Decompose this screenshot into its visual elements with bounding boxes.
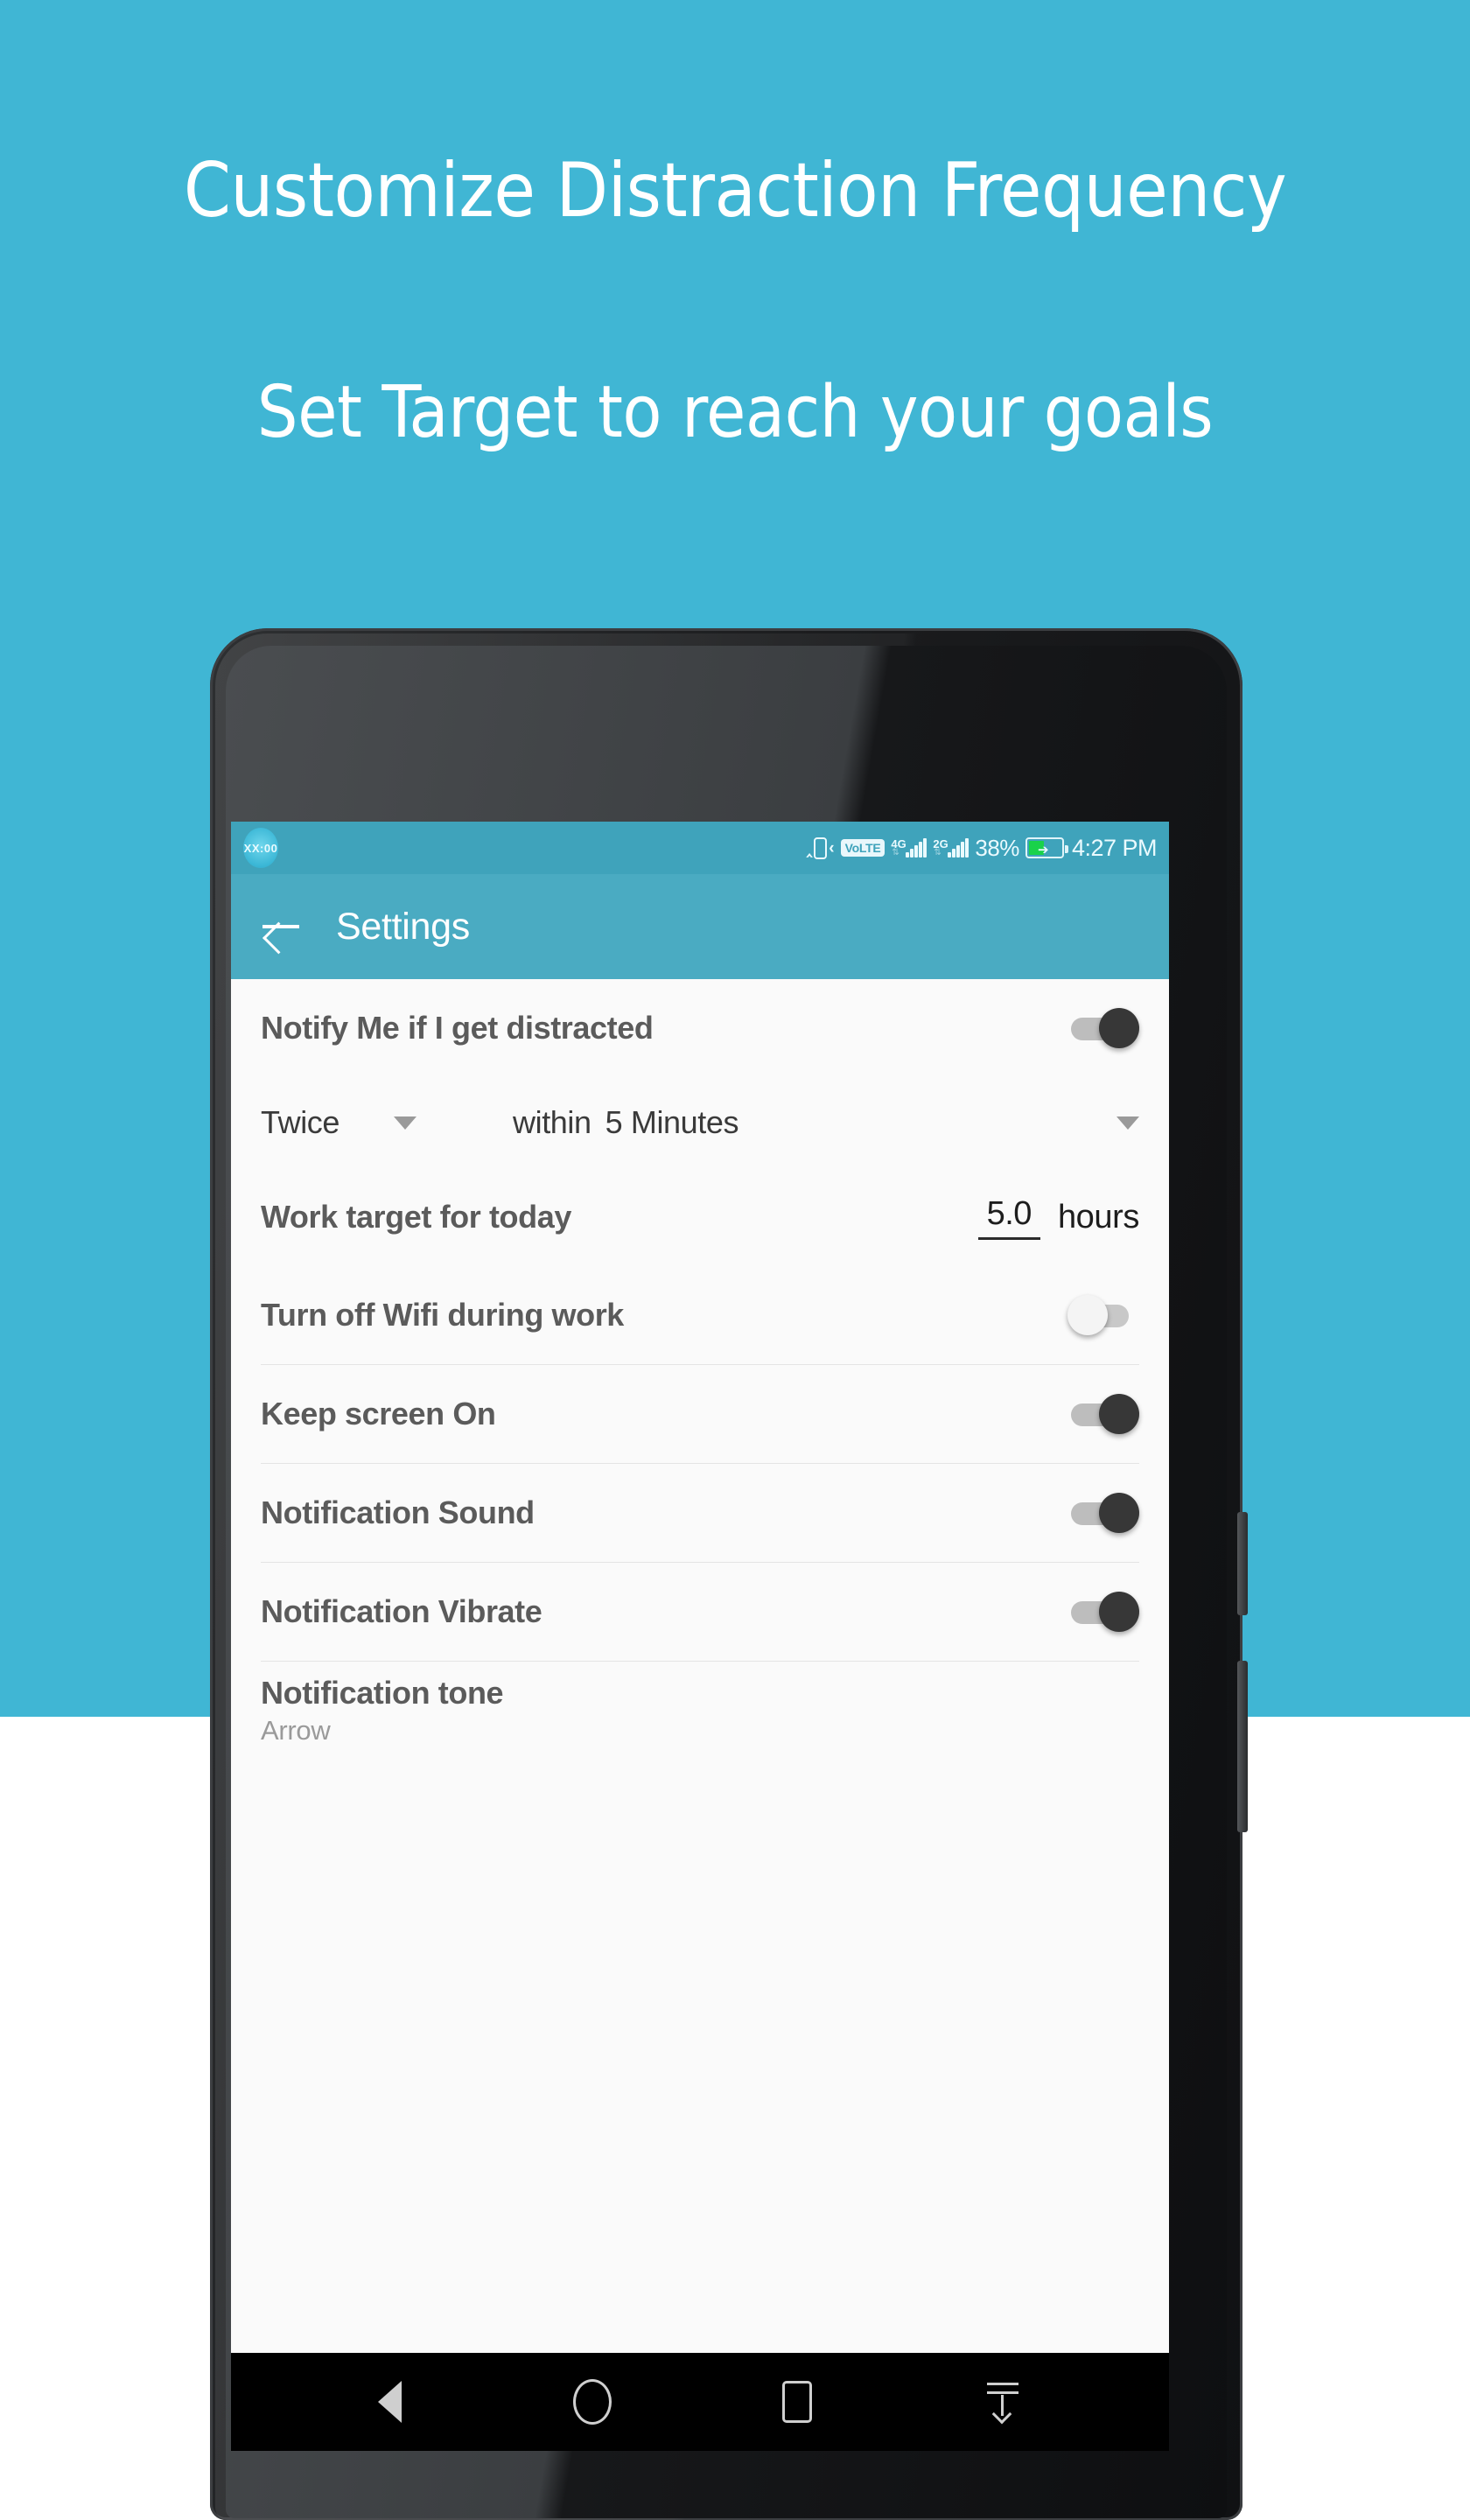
volte-badge: VoLTE (840, 839, 886, 857)
setting-row-work-target[interactable]: Work target for today 5.0 hours (257, 1168, 1143, 1266)
setting-row-notification-vibrate[interactable]: Notification Vibrate (257, 1563, 1143, 1661)
status-bar-notifications: XX:00 (243, 828, 807, 868)
setting-row-frequency[interactable]: Twice within 5 Minutes (257, 1077, 1143, 1168)
page-title: Settings (336, 905, 470, 948)
battery-percent-label: 38% (975, 834, 1019, 861)
setting-row-wifi[interactable]: Turn off Wifi during work (257, 1266, 1143, 1364)
status-bar-clock: 4:27 PM (1071, 834, 1158, 861)
setting-row-notify[interactable]: Notify Me if I get distracted (257, 979, 1143, 1077)
chevron-down-icon (1116, 1116, 1139, 1130)
toggle-notification-vibrate[interactable] (1068, 1592, 1139, 1632)
android-navigation-bar (231, 2353, 1169, 2451)
nav-back-icon[interactable] (377, 2381, 402, 2423)
back-arrow-icon[interactable] (261, 906, 301, 947)
setting-row-keep-screen[interactable]: Keep screen On (257, 1365, 1143, 1463)
nav-home-icon[interactable] (572, 2379, 612, 2425)
vibrate-icon: ‸ ‹ (806, 836, 835, 859)
dropdown-distraction-count-value: Twice (261, 1104, 340, 1140)
setting-label-wifi: Turn off Wifi during work (261, 1297, 624, 1333)
signal-sim2-icon: 2G ⇅ (933, 837, 970, 858)
setting-value-notification-tone: Arrow (261, 1715, 331, 1746)
promo-screenshot: Customize Distraction Frequency Set Targ… (0, 0, 1470, 2520)
app-bar: Settings (231, 874, 1169, 979)
phone-mockup: XX:00 ‸ ‹ VoLTE 4G ⇅ 2G ⇅ 38% ➔ 4:27 PM … (210, 628, 1248, 2520)
volume-button[interactable] (1237, 1661, 1248, 1832)
toggle-keep-screen[interactable] (1068, 1394, 1139, 1434)
nav-recents-icon[interactable] (782, 2381, 813, 2423)
settings-list: Notify Me if I get distracted Twice with… (231, 979, 1169, 1760)
setting-label-keep-screen: Keep screen On (261, 1396, 496, 1432)
toggle-wifi[interactable] (1068, 1295, 1139, 1335)
signal-sim1-icon: 4G ⇅ (891, 837, 928, 858)
setting-label-notification-sound: Notification Sound (261, 1494, 535, 1530)
app-notification-icon[interactable]: XX:00 (243, 828, 278, 868)
power-button[interactable] (1237, 1512, 1248, 1615)
setting-label-notification-tone: Notification tone (261, 1675, 504, 1711)
nav-pulldown-icon[interactable] (984, 2381, 1022, 2425)
setting-label-notify: Notify Me if I get distracted (261, 1010, 654, 1046)
battery-charging-icon: ➔ (1025, 837, 1068, 858)
promo-headline-secondary: Set Target to reach your goals (256, 371, 1214, 454)
work-target-unit-label: hours (1057, 1198, 1139, 1236)
promo-headline-primary: Customize Distraction Frequency (183, 147, 1287, 234)
frequency-joiner-label: within (513, 1104, 592, 1140)
status-bar-indicators: ‸ ‹ VoLTE 4G ⇅ 2G ⇅ 38% ➔ 4:27 PM (806, 834, 1158, 862)
dropdown-distraction-interval[interactable]: 5 Minutes (606, 1104, 1139, 1141)
chevron-down-icon (394, 1116, 417, 1130)
phone-screen: XX:00 ‸ ‹ VoLTE 4G ⇅ 2G ⇅ 38% ➔ 4:27 PM … (231, 822, 1169, 2451)
toggle-notification-sound[interactable] (1068, 1493, 1139, 1533)
setting-row-notification-tone[interactable]: Notification tone Arrow (257, 1662, 1143, 1760)
setting-label-notification-vibrate: Notification Vibrate (261, 1593, 542, 1629)
toggle-notify[interactable] (1068, 1008, 1139, 1048)
setting-label-work-target: Work target for today (261, 1199, 571, 1235)
dropdown-distraction-count[interactable]: Twice (261, 1104, 480, 1141)
status-bar: XX:00 ‸ ‹ VoLTE 4G ⇅ 2G ⇅ 38% ➔ 4:27 PM (231, 822, 1169, 874)
dropdown-distraction-interval-value: 5 Minutes (605, 1104, 739, 1140)
work-target-input[interactable]: 5.0 (977, 1195, 1040, 1240)
setting-row-notification-sound[interactable]: Notification Sound (257, 1464, 1143, 1562)
